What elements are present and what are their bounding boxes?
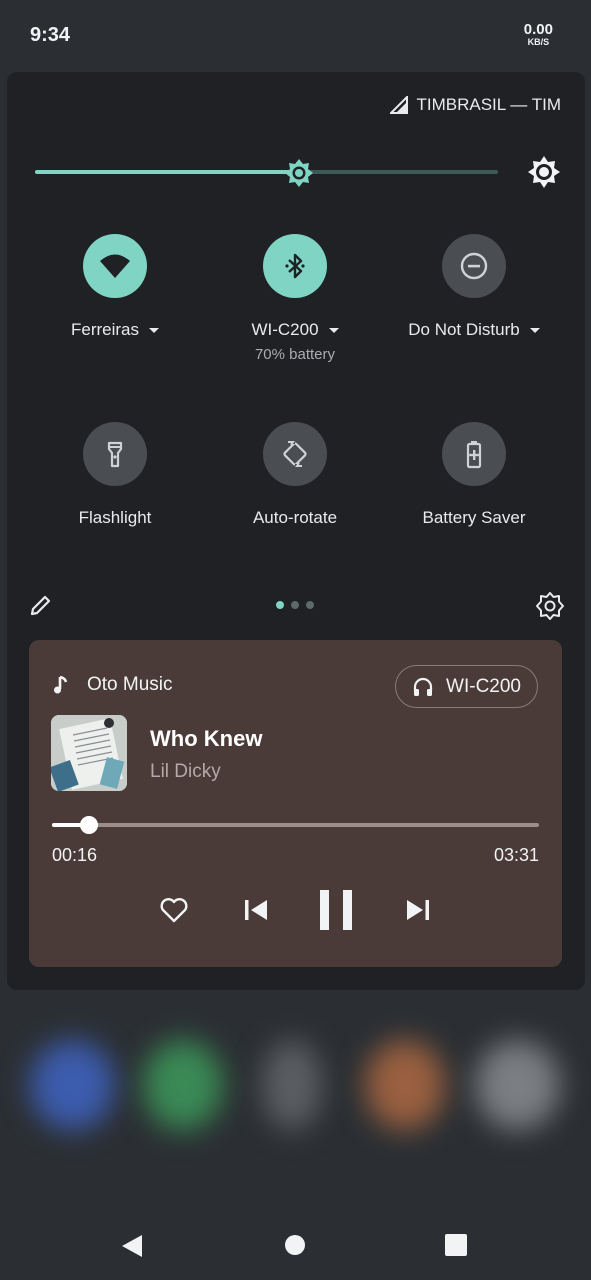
tile-label: Battery Saver [422, 508, 526, 527]
tile-wifi-button[interactable] [83, 234, 147, 298]
blurred-app-icon [365, 1040, 445, 1130]
tile-bluetooth[interactable]: WI-C200 70% battery [205, 234, 385, 363]
brightness-fill [35, 170, 299, 174]
signal-icon [390, 96, 409, 114]
seek-track [52, 823, 539, 827]
tile-flashlight-button[interactable] [83, 422, 147, 486]
brightness-icon [284, 159, 313, 187]
network-speed-unit: KB/S [527, 37, 550, 47]
dropdown-caret-icon[interactable] [328, 327, 339, 333]
media-app-name: Oto Music [87, 674, 173, 695]
media-controls [29, 885, 562, 935]
brightness-settings-icon[interactable] [527, 155, 561, 189]
pause-icon[interactable] [311, 885, 361, 935]
clock: 9:34 [30, 24, 71, 46]
tile-auto-rotate-button[interactable] [263, 422, 327, 486]
tile-battery-saver[interactable]: Battery Saver [384, 422, 564, 528]
seek-bar[interactable] [52, 816, 539, 834]
carrier-label: TIMBRASIL — TIM [416, 95, 561, 114]
carrier-info: TIMBRASIL — TIM [390, 95, 561, 115]
tile-label: Auto-rotate [252, 508, 338, 527]
tile-label: Do Not Disturb [408, 320, 520, 339]
tile-label: Flashlight [78, 508, 152, 527]
tile-battery-saver-button[interactable] [442, 422, 506, 486]
page-dot [291, 601, 299, 609]
battery-saver-icon [466, 441, 482, 469]
tile-do-not-disturb[interactable]: Do Not Disturb [384, 234, 564, 340]
tile-bluetooth-label-row: WI-C200 [205, 320, 385, 340]
seek-thumb[interactable] [80, 816, 98, 834]
auto-rotate-icon [283, 440, 307, 468]
total-time: 03:31 [493, 845, 539, 865]
skip-previous-icon[interactable] [239, 885, 273, 935]
tile-dnd-button[interactable] [442, 234, 506, 298]
recents-icon[interactable] [445, 1234, 467, 1261]
tile-wifi[interactable]: Ferreiras [25, 234, 205, 340]
brightness-thumb[interactable] [284, 158, 314, 188]
blurred-app-icon [30, 1040, 115, 1130]
home-icon[interactable] [284, 1234, 306, 1261]
page-dot [276, 601, 284, 609]
gear-icon[interactable] [536, 592, 564, 620]
tile-sublabel: 70% battery [254, 346, 336, 363]
blurred-app-icon [143, 1040, 223, 1130]
dnd-icon [460, 252, 488, 280]
media-output-chip[interactable]: WI-C200 [395, 665, 538, 708]
back-icon[interactable] [120, 1234, 144, 1263]
tile-label: Ferreiras [70, 320, 139, 339]
bluetooth-icon [285, 253, 305, 279]
status-bar: 9:34 0.00 KB/S [0, 0, 591, 70]
media-app: Oto Music [51, 674, 173, 696]
headphones-icon [413, 677, 433, 696]
media-player-card[interactable]: Oto Music WI-C200 Who Knew Lil Dicky 00:… [29, 640, 562, 967]
tile-label: WI-C200 [251, 320, 319, 339]
network-speed: 0.00 KB/S [524, 22, 553, 47]
network-speed-value: 0.00 [523, 21, 553, 38]
elapsed-time: 00:16 [52, 845, 98, 865]
album-art [51, 715, 127, 791]
track-title: Who Knew [150, 726, 263, 751]
tile-flashlight[interactable]: Flashlight [25, 422, 205, 528]
pencil-icon[interactable] [28, 592, 54, 618]
flashlight-icon [107, 441, 123, 468]
brightness-slider[interactable] [35, 158, 498, 188]
skip-next-icon[interactable] [401, 885, 435, 935]
wifi-icon [100, 254, 130, 278]
tile-bluetooth-button[interactable] [263, 234, 327, 298]
navigation-bar [0, 1210, 591, 1280]
tile-dnd-label-row: Do Not Disturb [384, 320, 564, 340]
tile-wifi-label-row: Ferreiras [25, 320, 205, 340]
track-artist: Lil Dicky [150, 761, 221, 782]
blurred-app-icon [475, 1040, 560, 1130]
page-dot [306, 601, 314, 609]
dropdown-caret-icon[interactable] [149, 327, 159, 333]
page-indicator [276, 601, 314, 609]
blurred-app-icon [262, 1040, 322, 1130]
media-output-label: WI-C200 [446, 675, 521, 697]
music-note-icon [54, 675, 68, 694]
tile-auto-rotate[interactable]: Auto-rotate [205, 422, 385, 528]
dropdown-caret-icon[interactable] [529, 327, 540, 333]
heart-icon[interactable] [156, 885, 192, 935]
